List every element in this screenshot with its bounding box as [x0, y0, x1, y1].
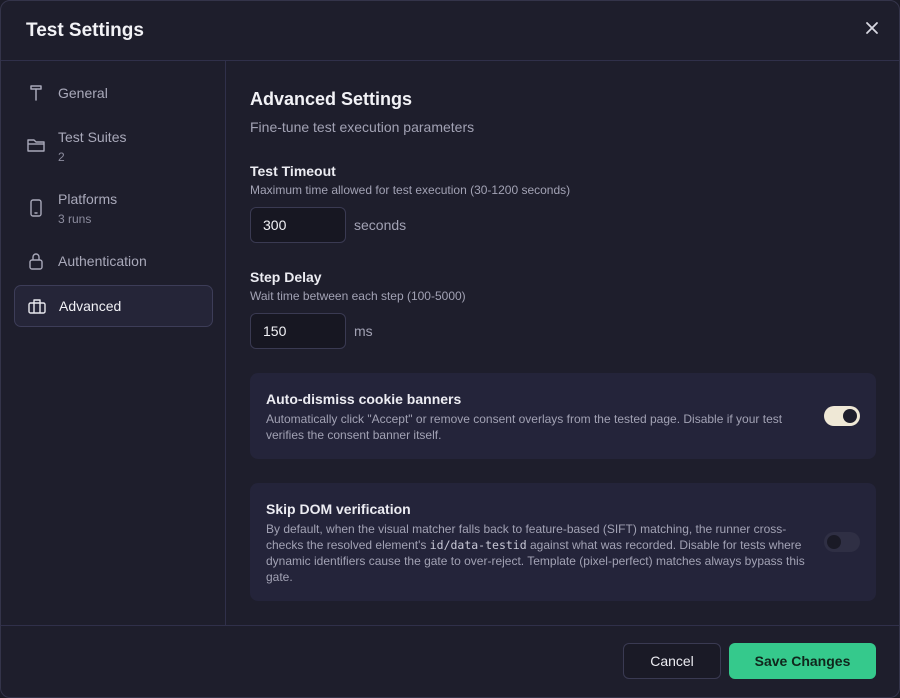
timeout-unit: seconds [354, 217, 407, 233]
save-changes-button[interactable]: Save Changes [729, 643, 876, 679]
cookie-banner-card: Auto-dismiss cookie banners Automaticall… [250, 373, 876, 459]
toggle-knob [827, 535, 841, 549]
phone-icon [26, 198, 46, 218]
sidebar-item-test-suites[interactable]: Test Suites 2 [14, 123, 213, 167]
advanced-settings-panel: Advanced Settings Fine-tune test executi… [226, 61, 899, 625]
briefcase-icon [27, 296, 47, 316]
skip-dom-toggle[interactable] [824, 532, 860, 552]
step-delay-label: Step Delay [250, 269, 322, 285]
skip-dom-card: Skip DOM verification By default, when t… [250, 483, 876, 601]
step-delay-unit: ms [354, 323, 373, 339]
sidebar-item-label: General [58, 85, 108, 101]
timeout-help: Maximum time allowed for test execution … [250, 183, 571, 197]
platforms-runs: 3 runs [58, 212, 92, 226]
lock-icon [26, 251, 46, 271]
hammer-icon [26, 83, 46, 103]
sidebar-item-advanced[interactable]: Advanced [14, 285, 213, 327]
test-suites-count: 2 [58, 150, 65, 164]
folder-icon [26, 135, 46, 155]
cookie-banner-title: Auto-dismiss cookie banners [266, 391, 462, 407]
dialog-footer: Cancel Save Changes [1, 625, 899, 697]
cancel-button[interactable]: Cancel [623, 643, 721, 679]
section-subtitle: Fine-tune test execution parameters [250, 119, 475, 135]
dialog-header: Test Settings [1, 1, 899, 61]
sidebar-item-label: Platforms [58, 191, 118, 207]
sidebar-item-label: Authentication [58, 253, 147, 269]
toggle-knob [843, 409, 857, 423]
sidebar-item-label: Advanced [59, 298, 122, 314]
sidebar-item-platforms[interactable]: Platforms 3 runs [14, 185, 213, 229]
sidebar-item-general[interactable]: General [14, 79, 213, 107]
timeout-label: Test Timeout [250, 163, 336, 179]
skip-dom-title: Skip DOM verification [266, 501, 411, 517]
section-title: Advanced Settings [250, 89, 413, 109]
step-delay-help: Wait time between each step (100-5000) [250, 289, 466, 303]
step-delay-input[interactable] [250, 313, 346, 349]
close-icon[interactable] [863, 19, 881, 37]
dialog-title: Test Settings [26, 20, 144, 41]
sidebar-item-authentication[interactable]: Authentication [14, 247, 213, 275]
sidebar-item-label: Test Suites [58, 129, 127, 145]
test-settings-dialog: Test Settings General Test Suites 2 Plat… [0, 0, 900, 698]
settings-sidebar: General Test Suites 2 Platforms 3 runs A… [1, 61, 226, 625]
cookie-banner-description: Automatically click "Accept" or remove c… [266, 412, 783, 442]
cookie-banner-toggle[interactable] [824, 406, 860, 426]
timeout-input[interactable] [250, 207, 346, 243]
skip-dom-description: By default, when the visual matcher fall… [266, 521, 806, 585]
skip-dom-code: id/data-testid [429, 538, 527, 552]
